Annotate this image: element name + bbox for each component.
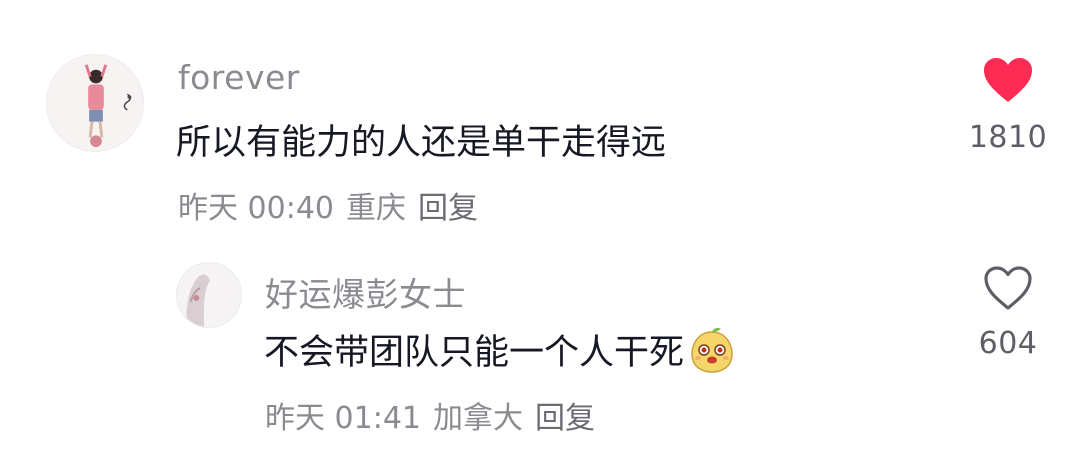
comment-text-content: 不会带团队只能一个人干死 — [264, 333, 685, 373]
heart-filled-icon[interactable] — [982, 56, 1034, 104]
like-control: 1810 — [953, 56, 1063, 155]
heart-outline-icon[interactable] — [982, 264, 1034, 312]
comment-location: 重庆 — [346, 191, 406, 226]
comment-text-content: 所以有能力的人还是单干走得远 — [176, 123, 667, 163]
like-control: 604 — [953, 264, 1063, 361]
svg-text:•: • — [125, 90, 133, 106]
mango-face-emoji-icon — [688, 326, 736, 374]
avatar-photo-icon — [177, 263, 241, 327]
like-count: 604 — [978, 326, 1038, 361]
comment-username[interactable]: 好运爆彭女士 — [265, 268, 466, 316]
comment-time: 昨天 00:40 — [178, 191, 334, 226]
comment-text: 所以有能力的人还是单干走得远 — [176, 114, 666, 165]
user-avatar[interactable] — [176, 262, 242, 328]
comment-text: 不会带团队只能一个人干死 — [264, 324, 736, 375]
reply-button[interactable]: 回复 — [418, 183, 478, 227]
reply-button[interactable]: 回复 — [535, 393, 595, 437]
user-avatar[interactable]: • — [46, 54, 144, 152]
like-count: 1810 — [968, 120, 1048, 155]
reply-comment-item: 好运爆彭女士 不会带团队只能一个人干死 昨天 01:41 加拿大 回复 604 — [0, 240, 1080, 459]
avatar-photo-icon: • — [47, 55, 143, 151]
comment-time: 昨天 01:41 — [265, 401, 421, 436]
comment-location: 加拿大 — [433, 401, 523, 436]
comment-meta: 昨天 00:40 重庆 回复 — [178, 183, 478, 227]
comment-item: • forever 所以有能力的人还是单干走得远 昨天 00:40 重庆 回复 … — [0, 0, 1080, 240]
comment-meta: 昨天 01:41 加拿大 回复 — [265, 393, 595, 437]
comment-username[interactable]: forever — [178, 58, 300, 97]
